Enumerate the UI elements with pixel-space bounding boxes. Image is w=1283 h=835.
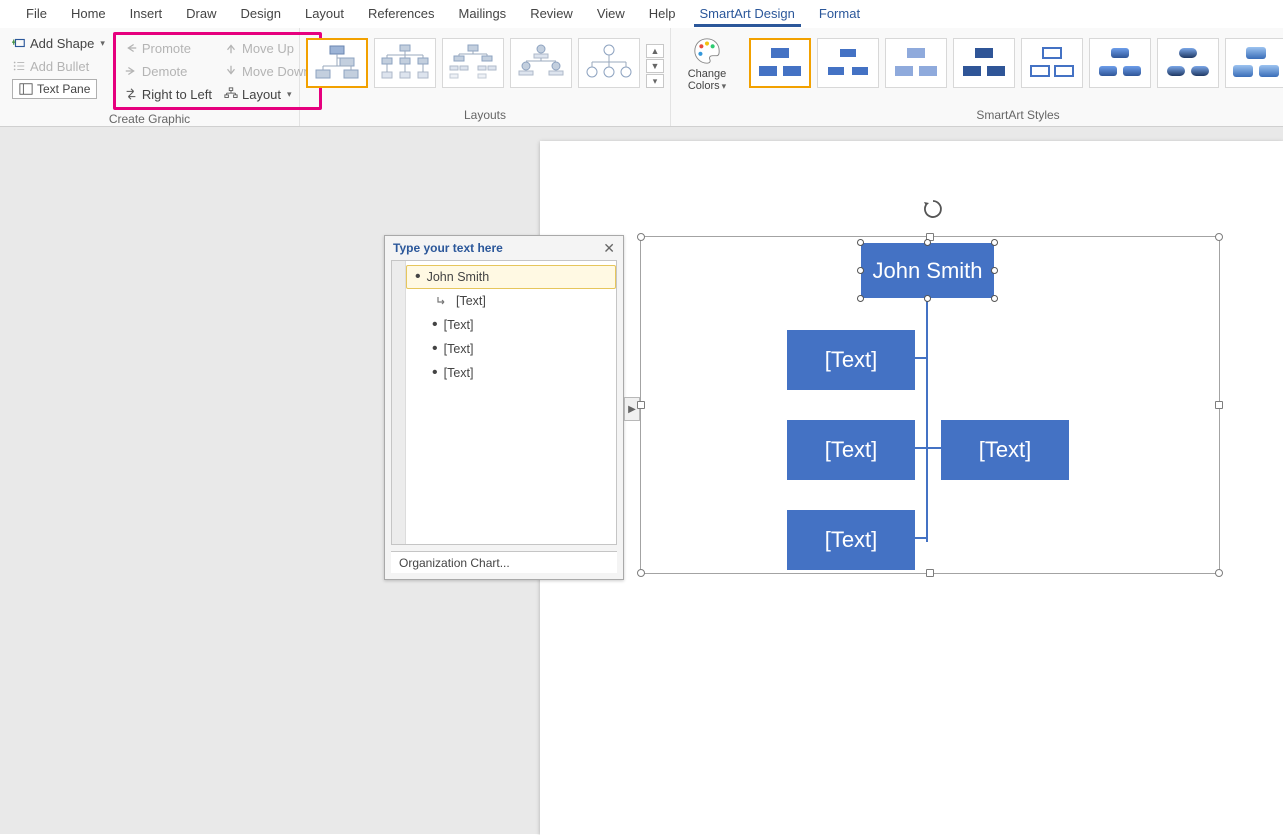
- chevron-down-icon: ▾: [100, 38, 105, 49]
- tab-references[interactable]: References: [356, 2, 446, 27]
- group-create-graphic: Add Shape ▾ Add Bullet Text Pane: [0, 28, 300, 126]
- arrow-left-icon: [124, 41, 138, 55]
- rotate-handle-icon[interactable]: [921, 197, 945, 221]
- arrow-down-icon: [224, 64, 238, 78]
- text-pane-item-text: [Text]: [456, 294, 486, 308]
- layout-icon: [224, 87, 238, 101]
- text-pane-item[interactable]: • [Text]: [406, 337, 616, 361]
- ribbon: Add Shape ▾ Add Bullet Text Pane: [0, 28, 1283, 127]
- layouts-scroll-up[interactable]: ▲: [646, 44, 664, 58]
- text-pane-list[interactable]: • John Smith [Text] • [Text] • [Text] •: [406, 261, 616, 544]
- group-label-layouts: Layouts: [306, 106, 664, 126]
- tab-review[interactable]: Review: [518, 2, 585, 27]
- tab-draw[interactable]: Draw: [174, 2, 228, 27]
- text-pane-icon: [19, 82, 33, 96]
- palette-icon: [692, 36, 722, 66]
- smartart-node[interactable]: [Text]: [787, 330, 915, 390]
- smartart-node-root[interactable]: John Smith: [861, 243, 994, 298]
- text-pane-label: Text Pane: [37, 82, 90, 96]
- smartart-node[interactable]: [Text]: [941, 420, 1069, 480]
- group-change-colors: ChangeColors▾: [671, 28, 743, 126]
- chevron-down-icon: ▾: [287, 89, 292, 100]
- smartart-text-pane[interactable]: Type your text here ✕ • John Smith [Text…: [384, 235, 624, 580]
- tab-home[interactable]: Home: [59, 2, 118, 27]
- text-pane-item-text: [Text]: [444, 318, 474, 332]
- smartart-node[interactable]: [Text]: [787, 420, 915, 480]
- layout-option-2[interactable]: [374, 38, 436, 88]
- style-option-6[interactable]: [1089, 38, 1151, 88]
- ribbon-tabs: File Home Insert Draw Design Layout Refe…: [0, 0, 1283, 28]
- add-shape-icon: [12, 36, 26, 50]
- change-colors-line1: Change: [688, 68, 727, 80]
- style-option-1[interactable]: [749, 38, 811, 88]
- style-option-5[interactable]: [1021, 38, 1083, 88]
- tab-smartart-design[interactable]: SmartArt Design: [688, 2, 807, 27]
- tab-layout[interactable]: Layout: [293, 2, 356, 27]
- tab-design[interactable]: Design: [229, 2, 293, 27]
- chevron-down-icon: ▾: [722, 81, 727, 91]
- style-option-3[interactable]: [885, 38, 947, 88]
- tab-help[interactable]: Help: [637, 2, 688, 27]
- layout-dropdown-label: Layout: [242, 87, 281, 102]
- layouts-scroll-down[interactable]: ▼: [646, 59, 664, 73]
- style-option-2[interactable]: [817, 38, 879, 88]
- tab-mailings[interactable]: Mailings: [447, 2, 519, 27]
- bullet-list-icon: [12, 59, 26, 73]
- smartart-node-text: [Text]: [825, 527, 878, 553]
- right-to-left-label: Right to Left: [142, 87, 212, 102]
- add-bullet-button[interactable]: Add Bullet: [6, 55, 111, 77]
- change-colors-button[interactable]: ChangeColors▾: [677, 32, 737, 92]
- document-area: Type your text here ✕ • John Smith [Text…: [0, 127, 1283, 834]
- move-up-label: Move Up: [242, 41, 294, 56]
- text-pane-item[interactable]: [Text]: [406, 289, 616, 313]
- smartart-node-text: [Text]: [825, 437, 878, 463]
- style-option-8[interactable]: [1225, 38, 1283, 88]
- group-label-empty: [677, 106, 737, 126]
- text-pane-item-text: [Text]: [444, 342, 474, 356]
- close-icon[interactable]: ✕: [603, 240, 615, 257]
- layout-option-1[interactable]: [306, 38, 368, 88]
- demote-button[interactable]: Demote: [118, 60, 218, 82]
- arrow-up-icon: [224, 41, 238, 55]
- smartart-node-text: [Text]: [825, 347, 878, 373]
- smartart-frame[interactable]: John Smith [Text] [Text] [Text] [Text]: [640, 236, 1220, 574]
- change-colors-line2: Colors: [688, 80, 720, 92]
- right-to-left-button[interactable]: Right to Left: [118, 83, 218, 105]
- smartart-node-text: John Smith: [872, 258, 982, 284]
- layout-option-5[interactable]: [578, 38, 640, 88]
- layout-option-4[interactable]: [510, 38, 572, 88]
- swap-icon: [124, 87, 138, 101]
- tab-insert[interactable]: Insert: [118, 2, 175, 27]
- text-pane-title: Type your text here: [393, 241, 503, 255]
- text-pane-toggle[interactable]: Text Pane: [6, 78, 111, 100]
- arrow-right-icon: [124, 64, 138, 78]
- group-layouts: ▲ ▼ ▾ Layouts: [300, 28, 671, 126]
- layout-option-3[interactable]: [442, 38, 504, 88]
- text-pane-footer[interactable]: Organization Chart...: [391, 551, 617, 573]
- style-option-4[interactable]: [953, 38, 1015, 88]
- tab-format[interactable]: Format: [807, 2, 872, 27]
- text-pane-item[interactable]: • [Text]: [406, 313, 616, 337]
- style-option-7[interactable]: [1157, 38, 1219, 88]
- layouts-more[interactable]: ▾: [646, 74, 664, 88]
- add-bullet-label: Add Bullet: [30, 59, 89, 74]
- tab-view[interactable]: View: [585, 2, 637, 27]
- smartart-node[interactable]: [Text]: [787, 510, 915, 570]
- group-smartart-styles: SmartArt Styles: [743, 28, 1283, 126]
- text-pane-item[interactable]: • [Text]: [406, 361, 616, 385]
- text-pane-item-text: [Text]: [444, 366, 474, 380]
- add-shape-button[interactable]: Add Shape ▾: [6, 32, 111, 54]
- promote-button[interactable]: Promote: [118, 37, 218, 59]
- smartart-node-text: [Text]: [979, 437, 1032, 463]
- demote-label: Demote: [142, 64, 188, 79]
- text-pane-item-text: John Smith: [427, 270, 490, 284]
- promote-label: Promote: [142, 41, 191, 56]
- add-shape-label: Add Shape: [30, 36, 94, 51]
- text-pane-item[interactable]: • John Smith: [406, 265, 616, 289]
- tab-file[interactable]: File: [14, 2, 59, 27]
- text-pane-gutter: [392, 261, 406, 544]
- indent-arrow-icon: [436, 295, 448, 307]
- group-label-smartart-styles: SmartArt Styles: [749, 106, 1283, 126]
- highlighted-commands: Promote Demote Right to Left Move Up: [113, 32, 322, 110]
